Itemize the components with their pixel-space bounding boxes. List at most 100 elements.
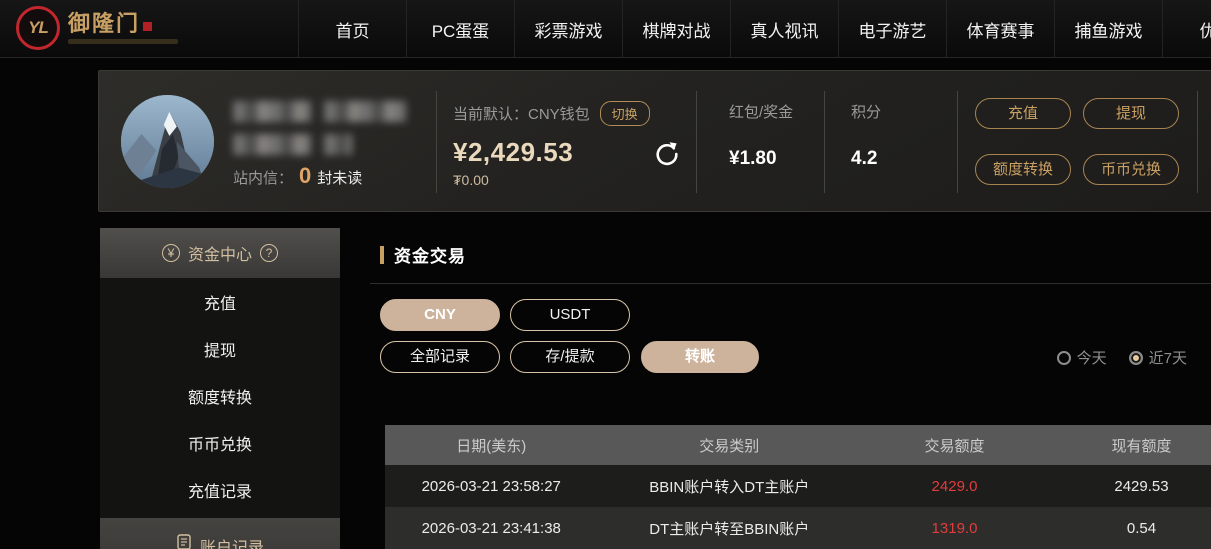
col-header-type: 交易类别 xyxy=(699,437,760,455)
main-nav: 首页 PC蛋蛋 彩票游戏 棋牌对战 真人视讯 电子游艺 体育赛事 捕鱼游戏 优惠 xyxy=(298,0,1211,58)
cell-balance: 0.54 xyxy=(1126,519,1157,537)
wallet-section: 当前默认：CNY钱包 切换 ¥2,429.53 ₮0.00 xyxy=(453,101,650,188)
inbox-suffix: 封未读 xyxy=(317,170,363,187)
deposit-button[interactable]: 充值 xyxy=(975,98,1071,129)
bonus-label: 红包/奖金 xyxy=(729,104,794,121)
avatar-mountain-image xyxy=(121,95,214,188)
userinfo-redacted xyxy=(233,134,352,155)
document-icon xyxy=(177,534,191,549)
cell-amount: 1319.0 xyxy=(931,519,978,537)
brand-seal-icon xyxy=(143,21,153,31)
redacted-block xyxy=(233,101,311,122)
sidebar-item-account-records[interactable]: 账户记录 xyxy=(100,518,340,549)
sidebar-item-deposit-records[interactable]: 充值记录 xyxy=(100,466,340,513)
cell-type: DT主账户转至BBIN账户 xyxy=(649,520,810,538)
points-value: 4.2 xyxy=(851,148,878,169)
brand-logo-icon: YL xyxy=(16,6,60,50)
withdraw-button[interactable]: 提现 xyxy=(1083,98,1179,129)
user-summary-panel: 站内信： 0 封未读 当前默认：CNY钱包 切换 ¥2,429.53 ₮0.00… xyxy=(98,70,1211,212)
redacted-block xyxy=(324,134,352,155)
refresh-balance-button[interactable] xyxy=(651,139,683,171)
points-section: 积分 4.2 xyxy=(851,101,881,170)
date-range-radios: 今天 近7天 xyxy=(1056,347,1187,368)
sidebar-footer-label: 账户记录 xyxy=(199,540,264,549)
divider xyxy=(436,91,437,193)
sidebar: ¥ 资金中心 ? 充值 提现 额度转换 币币兑换 充值记录 账户记录 xyxy=(100,228,340,549)
cell-type: BBIN账户转入DT主账户 xyxy=(649,478,810,496)
brand-text-block: 御隆门 xyxy=(68,10,178,44)
table-header-row: 日期(美东) 交易类别 交易额度 现有额度 xyxy=(385,425,1211,465)
quota-transfer-button[interactable]: 额度转换 xyxy=(975,154,1071,185)
radio-today[interactable]: 今天 xyxy=(1056,347,1107,368)
redacted-block xyxy=(324,101,406,122)
tab-filter-transfer[interactable]: 转账 xyxy=(641,341,759,373)
top-navbar: YL 御隆门 首页 PC蛋蛋 彩票游戏 棋牌对战 真人视讯 电子游艺 体育赛事 … xyxy=(0,0,1211,58)
refresh-icon xyxy=(656,142,678,166)
coin-exchange-button[interactable]: 币币兑换 xyxy=(1083,154,1179,185)
wallet-switch-button[interactable]: 切换 xyxy=(599,101,650,126)
col-header-date: 日期(美东) xyxy=(456,437,527,455)
table-row[interactable]: 2026-03-21 23:41:38 DT主账户转至BBIN账户 1319.0… xyxy=(385,507,1211,549)
points-label: 积分 xyxy=(851,104,882,121)
sidebar-header-label: 资金中心 xyxy=(187,247,252,264)
nav-item-home[interactable]: 首页 xyxy=(298,0,406,58)
radio-today-dot xyxy=(1056,350,1071,365)
radio-last-7-days-dot xyxy=(1128,350,1143,365)
cell-date: 2026-03-21 23:58:27 xyxy=(421,477,561,495)
sidebar-item-deposit[interactable]: 充值 xyxy=(100,278,340,325)
col-header-balance: 现有额度 xyxy=(1111,437,1172,455)
col-header-amount: 交易额度 xyxy=(924,437,985,455)
page: { "brand": { "monogram": "YL", "name": "… xyxy=(0,0,1211,549)
avatar[interactable] xyxy=(121,95,214,188)
sidebar-header-funds-center: ¥ 资金中心 ? xyxy=(100,228,340,278)
nav-item-sports[interactable]: 体育赛事 xyxy=(946,0,1054,58)
coin-icon: ¥ xyxy=(161,244,180,262)
brand-name-text: 御隆门 xyxy=(68,10,141,36)
nav-item-live-casino[interactable]: 真人视讯 xyxy=(730,0,838,58)
tab-filter-all-records[interactable]: 全部记录 xyxy=(380,341,500,373)
brand-tagline-redacted xyxy=(68,38,178,44)
redacted-block xyxy=(233,134,311,155)
tab-filter-deposit-withdraw[interactable]: 存/提款 xyxy=(510,341,630,373)
nav-item-promotions[interactable]: 优惠 xyxy=(1162,0,1211,58)
bonus-value: ¥1.80 xyxy=(729,148,777,169)
page-title: 资金交易 xyxy=(394,247,466,266)
quick-actions: 充值 提现 额度转换 币币兑换 xyxy=(975,98,1181,185)
divider xyxy=(370,283,1211,284)
main-content: 资金交易 CNY USDT 全部记录 存/提款 转账 今天 近7天 日期(美东)… xyxy=(370,228,1211,549)
cell-date: 2026-03-21 23:41:38 xyxy=(421,519,561,537)
nav-item-pc-egg[interactable]: PC蛋蛋 xyxy=(406,0,514,58)
radio-last-7-days[interactable]: 近7天 xyxy=(1128,347,1187,368)
nav-item-board-games[interactable]: 棋牌对战 xyxy=(622,0,730,58)
help-icon[interactable]: ? xyxy=(260,244,278,262)
nav-item-fishing[interactable]: 捕鱼游戏 xyxy=(1054,0,1162,58)
nav-item-lottery[interactable]: 彩票游戏 xyxy=(514,0,622,58)
nav-item-slots[interactable]: 电子游艺 xyxy=(838,0,946,58)
inbox-unread-count[interactable]: 0 xyxy=(299,163,311,189)
tab-currency-usdt[interactable]: USDT xyxy=(510,299,630,331)
username-redacted xyxy=(233,101,406,122)
wallet-balance-usdt: ₮0.00 xyxy=(453,172,489,188)
divider xyxy=(824,91,825,193)
divider xyxy=(1197,91,1198,193)
title-accent-bar xyxy=(380,245,384,264)
brand-logo[interactable]: YL 御隆门 xyxy=(16,6,178,50)
divider xyxy=(957,91,958,193)
radio-today-label: 今天 xyxy=(1076,350,1107,367)
wallet-balance-cny: ¥2,429.53 xyxy=(453,137,574,167)
radio-last-7-days-label: 近7天 xyxy=(1148,350,1187,367)
cell-balance: 2429.53 xyxy=(1114,477,1169,495)
sidebar-item-withdraw[interactable]: 提现 xyxy=(100,325,340,372)
wallet-default-label: 当前默认：CNY钱包 xyxy=(453,106,590,123)
divider xyxy=(696,91,697,193)
sidebar-item-coin-exchange[interactable]: 币币兑换 xyxy=(100,419,340,466)
tab-currency-cny[interactable]: CNY xyxy=(380,299,500,331)
transactions-table: 日期(美东) 交易类别 交易额度 现有额度 2026-03-21 23:58:2… xyxy=(385,425,1211,549)
inbox-status: 站内信： 0 封未读 xyxy=(233,163,362,189)
brand-name: 御隆门 xyxy=(68,10,178,36)
table-row[interactable]: 2026-03-21 23:58:27 BBIN账户转入DT主账户 2429.0… xyxy=(385,465,1211,507)
cell-amount: 2429.0 xyxy=(931,477,978,495)
section-title-row: 资金交易 xyxy=(380,242,466,267)
sidebar-item-quota-transfer[interactable]: 额度转换 xyxy=(100,372,340,419)
inbox-label: 站内信： xyxy=(233,170,294,187)
